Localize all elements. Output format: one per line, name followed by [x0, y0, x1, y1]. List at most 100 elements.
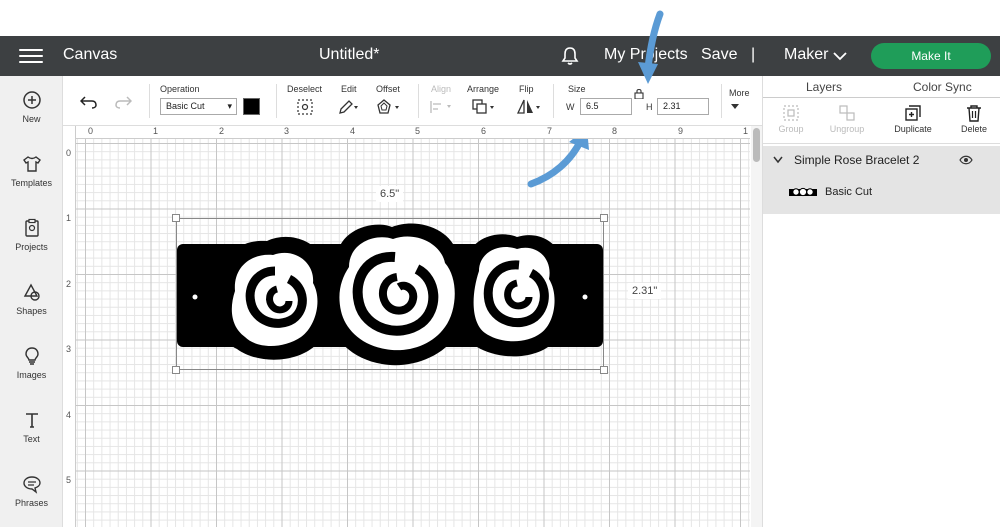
- top-margin: [0, 0, 1000, 36]
- ruler-tick-label: 1: [743, 126, 749, 136]
- ruler-tick-label: 6: [481, 126, 487, 136]
- clipboard-icon: [24, 218, 39, 237]
- nav-templates-label: Templates: [10, 178, 53, 188]
- nav-text-label: Text: [23, 434, 40, 444]
- canvas-scrollbar[interactable]: [751, 126, 762, 527]
- nav-projects[interactable]: Projects: [0, 218, 63, 252]
- duplicate-icon: [905, 105, 921, 121]
- layer-thumbnail: [789, 187, 817, 197]
- panel-tabs: Layers Color Sync: [763, 76, 1000, 98]
- nav-shapes[interactable]: Shapes: [0, 282, 63, 316]
- height-dimension-label: 2.31": [628, 283, 662, 299]
- ruler-tick-label: 0: [88, 126, 94, 136]
- document-title[interactable]: Untitled*: [319, 46, 379, 64]
- ruler-vertical: 0 1 2 3 4 5: [63, 126, 76, 527]
- more-button[interactable]: More: [729, 88, 750, 98]
- design-canvas[interactable]: 6.5" 2.31": [63, 126, 750, 527]
- nav-projects-label: Projects: [15, 242, 48, 252]
- text-icon: [25, 413, 38, 428]
- deselect-icon[interactable]: [296, 98, 314, 116]
- nav-phrases[interactable]: Phrases: [0, 474, 63, 508]
- chevron-down-icon[interactable]: [833, 51, 847, 61]
- delete-button[interactable]: Delete: [946, 104, 1000, 134]
- eye-icon[interactable]: [959, 155, 973, 165]
- height-label: H: [646, 102, 653, 112]
- layer-name: Basic Cut: [825, 186, 873, 198]
- ruler-tick-label: 5: [415, 126, 421, 136]
- tab-layers[interactable]: Layers: [806, 80, 842, 94]
- arrange-label: Arrange: [467, 84, 500, 94]
- undo-icon[interactable]: [80, 95, 98, 109]
- width-input[interactable]: 6.5: [580, 98, 632, 115]
- ruler-tick-label: 4: [350, 126, 356, 136]
- toolbar-separator: [721, 84, 722, 118]
- color-swatch[interactable]: [243, 98, 260, 115]
- ruler-tick-label: 5: [66, 475, 72, 485]
- flip-icon[interactable]: [516, 98, 542, 116]
- make-it-button[interactable]: Make It: [871, 43, 991, 69]
- edit-label: Edit: [341, 84, 357, 94]
- shirt-icon: [22, 156, 41, 172]
- ungroup-icon: [839, 105, 855, 121]
- nav-phrases-label: Phrases: [14, 498, 49, 508]
- width-label: W: [566, 102, 575, 112]
- redo-icon[interactable]: [114, 95, 132, 109]
- shapes-icon: [23, 283, 40, 301]
- menu-icon[interactable]: [19, 46, 43, 66]
- trash-icon: [967, 105, 981, 122]
- ungroup-label: Ungroup: [829, 124, 865, 134]
- width-dimension-label: 6.5": [376, 186, 404, 202]
- ruler-tick-label: 4: [66, 410, 72, 420]
- caret-down-icon[interactable]: [731, 104, 739, 110]
- plus-circle-icon: [22, 91, 41, 109]
- layer-tools: Group Ungroup Duplicate Delete: [763, 98, 1000, 144]
- layers-panel: Layers Color Sync Group Ungroup Duplicat…: [762, 76, 1000, 527]
- ruler-tick-label: 3: [284, 126, 290, 136]
- machine-selector[interactable]: Maker: [784, 46, 828, 64]
- tab-color-sync[interactable]: Color Sync: [913, 80, 972, 94]
- layer-group-name: Simple Rose Bracelet 2: [794, 153, 920, 167]
- offset-label: Offset: [376, 84, 400, 94]
- nav-images[interactable]: Images: [0, 346, 63, 380]
- offset-icon[interactable]: [375, 98, 401, 116]
- group-button[interactable]: Group: [763, 104, 819, 134]
- ruler-tick-label: 0: [66, 148, 72, 158]
- deselect-label: Deselect: [287, 84, 323, 94]
- layer-group[interactable]: Simple Rose Bracelet 2 Basic Cut: [763, 146, 1000, 214]
- duplicate-button[interactable]: Duplicate: [885, 104, 941, 134]
- align-icon[interactable]: [429, 99, 455, 115]
- group-icon: [783, 105, 799, 121]
- toolbar-separator: [149, 84, 150, 118]
- pencil-icon[interactable]: [338, 99, 360, 115]
- nav-templates[interactable]: Templates: [0, 154, 63, 188]
- ruler-tick-label: 2: [219, 126, 225, 136]
- bell-icon[interactable]: [561, 46, 579, 66]
- nav-new[interactable]: New: [0, 90, 63, 124]
- chevron-down-icon[interactable]: [773, 156, 783, 164]
- height-input[interactable]: 2.31: [657, 98, 709, 115]
- ungroup-button[interactable]: Ungroup: [819, 104, 875, 134]
- scrollbar-thumb[interactable]: [753, 128, 760, 162]
- nav-text[interactable]: Text: [0, 410, 63, 444]
- toolbar-separator: [276, 84, 277, 118]
- nav-new-label: New: [22, 114, 41, 124]
- toolbar-separator: [553, 84, 554, 118]
- operation-select[interactable]: Basic Cut: [160, 98, 237, 115]
- ruler-tick-label: 2: [66, 279, 72, 289]
- save-button[interactable]: Save: [701, 46, 737, 64]
- ruler-tick-label: 7: [547, 126, 553, 136]
- group-label: Group: [778, 124, 804, 134]
- ruler-horizontal: 0 1 2 3 4 5 6 7 8 9 1: [63, 126, 750, 139]
- annotation-arrow-down-icon: [638, 10, 664, 84]
- lightbulb-icon: [24, 347, 39, 365]
- topbar-divider: |: [751, 46, 756, 63]
- app-title: Canvas: [63, 46, 118, 63]
- align-label: Align: [431, 84, 452, 94]
- nav-shapes-label: Shapes: [16, 306, 47, 316]
- toolbar-separator: [418, 84, 419, 118]
- arrange-icon[interactable]: [471, 98, 497, 116]
- operation-label: Operation: [160, 84, 200, 94]
- ruler-tick-label: 3: [66, 344, 72, 354]
- rose-bracelet-design[interactable]: [177, 219, 605, 371]
- speech-bubble-icon: [22, 476, 41, 494]
